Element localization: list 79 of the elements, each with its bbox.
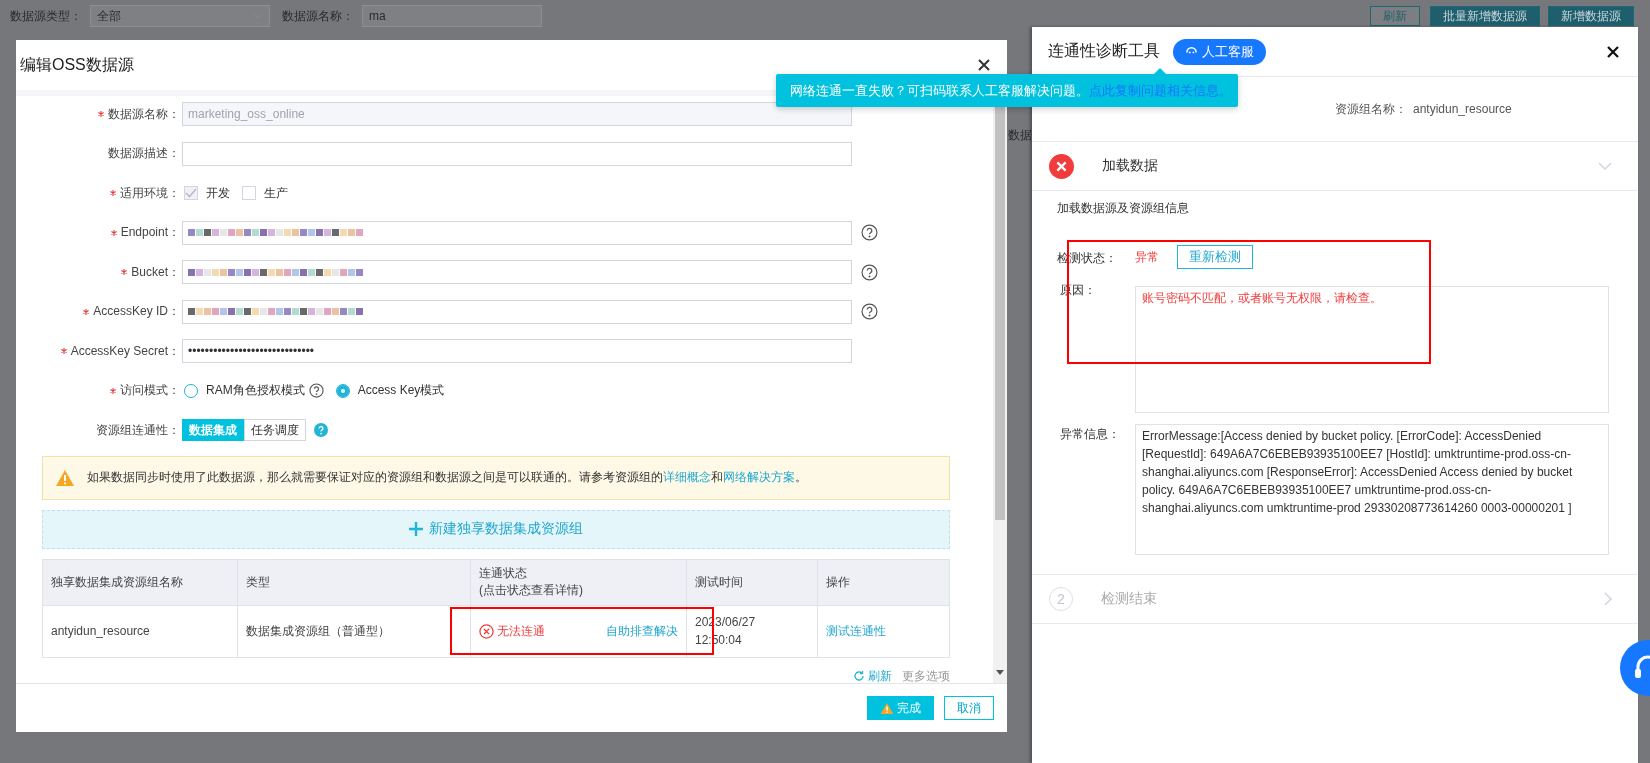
warning-icon [55,468,75,487]
checkbox[interactable] [242,186,256,200]
notice-link[interactable]: 网络解决方案 [723,470,795,484]
step-header[interactable]: 加载数据 [1032,142,1638,191]
table-cell: antyidun_resource [42,605,238,657]
step-description: 加载数据源及资源组信息 [1057,200,1190,217]
chevron-right-icon [1604,592,1612,606]
help-icon[interactable] [308,383,324,398]
column-header: 数据 [1008,127,1032,144]
option-label: 生产 [264,184,288,202]
tooltip-text: 网络连通一直失败？可扫码联系人工客服解决问题。点此复制问题相关信息。 [790,81,1232,100]
option-label: RAM角色授权模式 [206,382,305,399]
more-options-link[interactable]: 更多选项 [902,667,950,683]
warning-icon [880,701,894,715]
field-label: 访问模式： [120,382,180,399]
column-header: 类型 [237,559,471,605]
field-label: 数据源名称： [108,105,180,123]
field-label: 数据源描述： [108,145,180,162]
support-button[interactable]: 人工客服 [1173,38,1266,65]
refresh-link[interactable]: 刷新 [853,667,892,683]
fix-link[interactable]: 自助排查解决 [606,622,678,640]
close-icon[interactable] [1606,44,1620,59]
status-link[interactable]: 无法连通 [479,622,545,640]
toolbar-button[interactable]: 新增数据源 [1548,6,1634,26]
recheck-button[interactable]: 重新检测 [1177,245,1253,269]
cancel-button[interactable]: 取消 [944,696,994,720]
toolbar-button[interactable]: 批量新增数据源 [1430,6,1540,26]
radio-button[interactable] [335,383,350,398]
reason-box: 账号密码不匹配，或者账号无权限，请检查。 [1135,286,1609,413]
field-label: Bucket： [131,263,180,281]
notice-link[interactable]: 详细概念 [663,470,711,484]
field-label: AccessKey Secret： [70,342,180,360]
finish-button[interactable]: 完成 [867,696,934,720]
input-field[interactable]: •••••••••••••••••••••••••••••• [182,339,852,363]
step-title: 检测结束 [1101,590,1157,608]
info-value: antyidun_resource [1413,102,1512,116]
error-label: 异常信息： [1059,426,1121,443]
help-icon[interactable] [861,303,878,320]
field-label: AccessKey ID： [93,303,180,320]
input-field[interactable] [182,141,852,166]
filter-label: 数据源名称： [282,7,354,25]
test-link[interactable]: 测试连通性 [826,623,886,638]
add-group-button[interactable]: 新建独享数据集成资源组 [42,509,950,549]
close-icon[interactable] [977,58,991,72]
step-title: 加载数据 [1102,157,1158,175]
arrow-down-icon[interactable] [996,670,1004,675]
refresh-icon [853,670,865,682]
info-label: 资源组名称： [1335,100,1407,118]
type-select[interactable]: 全部 [90,5,270,27]
plus-icon [409,522,423,536]
field-label: Endpoint： [120,224,180,241]
status-value: 异常 [1135,248,1160,266]
panel-title: 连通性诊断工具 [1048,41,1160,61]
toolbar-button[interactable]: 刷新 [1370,6,1420,26]
field-label: 资源组连通性： [96,421,180,439]
input-field[interactable] [182,260,852,284]
column-header: 操作 [817,559,950,605]
error-box: ErrorMessage:[Access denied by bucket policy. [ErrorCode]: AccessDenied [RequestId]: 649A6A7C6EBEB93935100EE7 [HostId]: umktruntime-prod.oss-cn-shanghai.aliyuncs.com [ResponseError]: AccessDenied Access denied by bucket policy. 649A6A7C6EBEB93935100EE7 umktruntime-prod.oss-cn-shanghai.aliyuncs.com umktruntime-prod 29330208773614260 0003-00000201 ] [1135,424,1609,555]
help-icon[interactable] [861,224,878,241]
input-field[interactable] [182,220,852,245]
name-field[interactable]: ma [362,5,542,27]
column-header: 独享数据集成资源组名称 [42,559,238,605]
chevron-down-icon [1598,162,1612,170]
error-icon [479,623,494,639]
filter-label: 数据源类型： [10,7,82,25]
notice-text: 如果数据同步时使用了此数据源，那么就需要保证对应的资源组和数据源之间是可以联通的。请参考资源组的详细概念和网络解决方案。 [87,469,807,486]
dialog-title: 编辑OSS数据源 [20,54,134,75]
option-label: Access Key模式 [357,382,445,399]
input-field[interactable] [182,299,852,324]
field-label: 适用环境： [120,184,180,202]
copy-info-link[interactable]: 点此复制问题相关信息。 [1089,82,1232,98]
step-header[interactable]: 2 检测结束 [1032,575,1638,624]
column-header: 测试时间 [686,559,818,605]
table-cell: 数据集成资源组（普通型） [237,605,471,657]
segment-tab[interactable]: 数据集成 [182,419,244,441]
column-header: 连通状态 (点击状态查看详情) [470,559,687,605]
help-icon[interactable] [861,263,878,281]
segment-tab[interactable]: 任务调度 [244,419,306,441]
option-label: 开发 [206,184,230,202]
